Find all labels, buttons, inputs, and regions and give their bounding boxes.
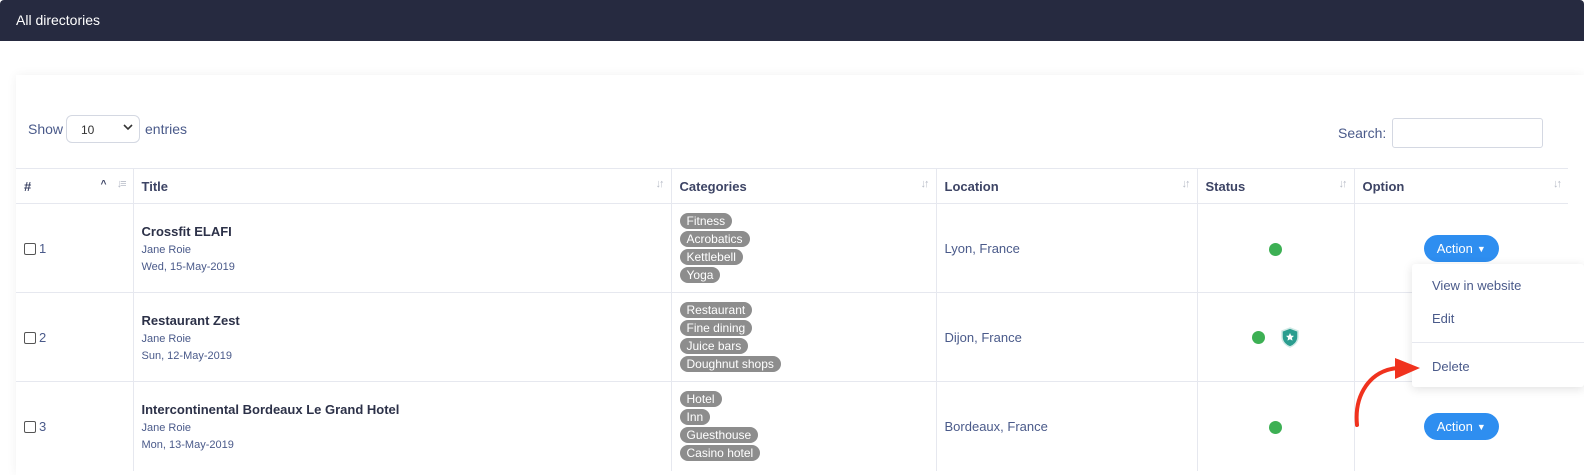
column-header-location[interactable]: Location ↓↑ (936, 168, 1198, 204)
action-button[interactable]: Action ▼ (1423, 234, 1499, 262)
listing-title: Crossfit ELAFI (141, 223, 232, 239)
action-dropdown-menu: View in website Edit Delete (1412, 264, 1584, 387)
entries-select[interactable]: 10 (66, 115, 140, 143)
column-header-title[interactable]: Title ↓↑ (133, 168, 672, 204)
category-tag: Yoga (679, 267, 721, 283)
menu-divider (1412, 342, 1584, 343)
row-checkbox[interactable] (24, 420, 36, 433)
category-tag: Guesthouse (679, 427, 759, 444)
category-tag: Inn (679, 409, 711, 426)
row-number: 2 (39, 330, 47, 346)
table-header-row: # ^ ↓≡ Title ↓↑ Categories ↓↑ Location ↓… (16, 168, 1568, 204)
listing-author: Jane Roie (141, 332, 192, 345)
sort-icon[interactable]: ↓↑ (1339, 178, 1348, 190)
table-row: 1 Crossfit ELAFI Jane Roie Wed, 15-May-2… (16, 203, 1568, 293)
page-title: All directories (16, 12, 101, 28)
entries-select-value: 10 (81, 123, 95, 137)
sort-icon[interactable]: ↓≡ (117, 178, 127, 190)
row-checkbox[interactable] (24, 331, 36, 344)
category-tag: Fitness (679, 213, 733, 229)
category-tag: Casino hotel (679, 445, 761, 462)
listing-title: Intercontinental Bordeaux Le Grand Hotel (141, 401, 400, 417)
table-row: 2 Restaurant Zest Jane Roie Sun, 12-May-… (16, 292, 1568, 382)
show-label: Show (28, 121, 64, 137)
column-header-option[interactable]: Option ↓↑ (1354, 168, 1568, 204)
featured-shield-icon (1281, 326, 1300, 348)
action-button[interactable]: Action ▼ (1423, 412, 1499, 440)
category-tag: Restaurant (679, 302, 753, 318)
menu-item-edit[interactable]: Edit (1432, 311, 1454, 326)
category-tag: Fine dining (679, 320, 753, 336)
listing-location: Lyon, France (944, 240, 1020, 256)
status-active-icon (1269, 420, 1282, 434)
listing-author: Jane Roie (141, 421, 192, 434)
search-input[interactable] (1392, 118, 1543, 148)
status-active-icon (1269, 242, 1282, 256)
listing-date: Sun, 12-May-2019 (141, 349, 233, 362)
category-tag: Doughnut shops (679, 356, 781, 372)
row-number: 1 (39, 241, 47, 257)
column-header-categories[interactable]: Categories ↓↑ (671, 168, 937, 204)
listing-date: Wed, 15-May-2019 (141, 260, 235, 273)
caret-down-icon: ▼ (1476, 244, 1486, 255)
sort-icon[interactable]: ↓↑ (1182, 178, 1191, 190)
category-tag: Hotel (679, 391, 722, 408)
menu-item-delete[interactable]: Delete (1432, 359, 1470, 374)
column-header-number[interactable]: # ^ ↓≡ (16, 168, 134, 204)
sort-icon[interactable]: ↓↑ (1553, 178, 1562, 190)
listing-date: Mon, 13-May-2019 (141, 438, 234, 451)
top-bar: All directories (0, 0, 1584, 41)
category-tag: Acrobatics (679, 231, 750, 247)
directory-table: # ^ ↓≡ Title ↓↑ Categories ↓↑ Location ↓… (16, 168, 1568, 471)
caret-down-icon: ▼ (1476, 422, 1486, 433)
menu-item-view-in-website[interactable]: View in website (1432, 278, 1521, 293)
category-tag: Kettlebell (679, 249, 743, 265)
entries-label: entries (145, 121, 188, 137)
status-active-icon (1251, 330, 1265, 344)
search-label: Search: (1338, 125, 1387, 141)
sort-asc-icon[interactable]: ^ (101, 179, 107, 190)
listing-location: Dijon, France (944, 329, 1022, 345)
chevron-down-icon (123, 124, 133, 131)
sort-icon[interactable]: ↓↑ (656, 178, 665, 190)
sort-icon[interactable]: ↓↑ (921, 178, 930, 190)
table-row: 3 Intercontinental Bordeaux Le Grand Hot… (16, 381, 1568, 471)
category-tag: Juice bars (679, 338, 749, 354)
column-header-status[interactable]: Status ↓↑ (1197, 168, 1355, 204)
listing-title: Restaurant Zest (141, 312, 240, 328)
listing-author: Jane Roie (141, 243, 192, 256)
annotation-arrow-icon (1354, 358, 1420, 427)
row-number: 3 (39, 419, 47, 435)
listing-location: Bordeaux, France (944, 418, 1048, 434)
row-checkbox[interactable] (24, 242, 36, 255)
